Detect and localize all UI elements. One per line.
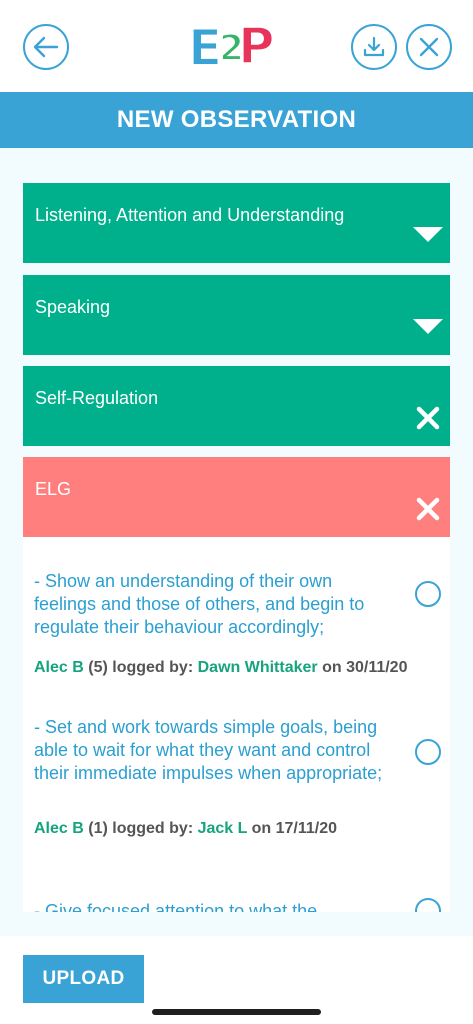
author-name: Jack L — [197, 820, 248, 837]
section-label: Speaking — [35, 297, 111, 317]
child-name: Alec B — [34, 659, 84, 676]
section-label: ELG — [35, 479, 72, 499]
log-date: 30/11/20 — [346, 659, 408, 676]
goal-text: - Give focused attention to what the — [34, 901, 318, 912]
section-speaking[interactable]: Speaking — [23, 275, 450, 355]
author-name: Dawn Whittaker — [197, 659, 318, 676]
on-label: on — [322, 659, 342, 676]
back-button[interactable] — [23, 24, 69, 70]
logo-letter-p: P — [237, 17, 276, 75]
child-name: Alec B — [34, 820, 84, 837]
goal-select-radio[interactable] — [415, 581, 441, 607]
on-label: on — [251, 820, 272, 837]
download-icon — [363, 36, 385, 57]
close-x-icon[interactable] — [412, 406, 444, 430]
section-listening-attention-understanding[interactable]: Listening, Attention and Understanding — [23, 183, 450, 263]
home-indicator[interactable] — [152, 1009, 321, 1015]
logged-by-label: logged by: — [112, 659, 194, 676]
logo-letter-e: E — [187, 19, 223, 77]
close-button[interactable] — [406, 24, 452, 70]
goal-text: - Set and work towards simple goals, bei… — [34, 717, 383, 783]
goal-log-info: Alec B (1) logged by: Jack L on 17/11/20 — [34, 819, 337, 839]
caret-down-icon[interactable] — [412, 223, 444, 247]
log-count: (5) — [88, 659, 108, 676]
section-label: Listening, Attention and Understanding — [35, 205, 345, 225]
upload-button[interactable]: UPLOAD — [23, 955, 144, 1003]
page-header: NEW OBSERVATION — [0, 92, 473, 148]
goal-log-info: Alec B (5) logged by: Dawn Whittaker on … — [34, 658, 407, 678]
section-self-regulation[interactable]: Self-Regulation — [23, 366, 450, 446]
e2p-logo: E 2 P — [186, 16, 282, 78]
section-elg[interactable]: ELG — [23, 457, 450, 537]
elg-goal-list: - Show an understanding of their own fee… — [23, 537, 450, 912]
log-count: (1) — [88, 820, 108, 837]
caret-down-icon[interactable] — [412, 315, 444, 339]
log-date: 17/11/20 — [275, 820, 337, 837]
back-arrow-icon — [33, 36, 59, 58]
section-label: Self-Regulation — [35, 388, 159, 408]
bottom-bar: UPLOAD — [0, 936, 473, 1024]
goal-text: - Show an understanding of their own fee… — [34, 571, 365, 637]
download-button[interactable] — [351, 24, 397, 70]
main-content: Listening, Attention and Understanding S… — [0, 148, 473, 936]
goal-select-radio[interactable] — [415, 898, 441, 912]
page-title: NEW OBSERVATION — [116, 106, 357, 133]
logged-by-label: logged by: — [112, 820, 194, 837]
top-bar: E 2 P — [0, 0, 473, 92]
close-x-icon[interactable] — [412, 497, 444, 521]
goal-select-radio[interactable] — [415, 739, 441, 765]
close-icon — [419, 37, 439, 57]
